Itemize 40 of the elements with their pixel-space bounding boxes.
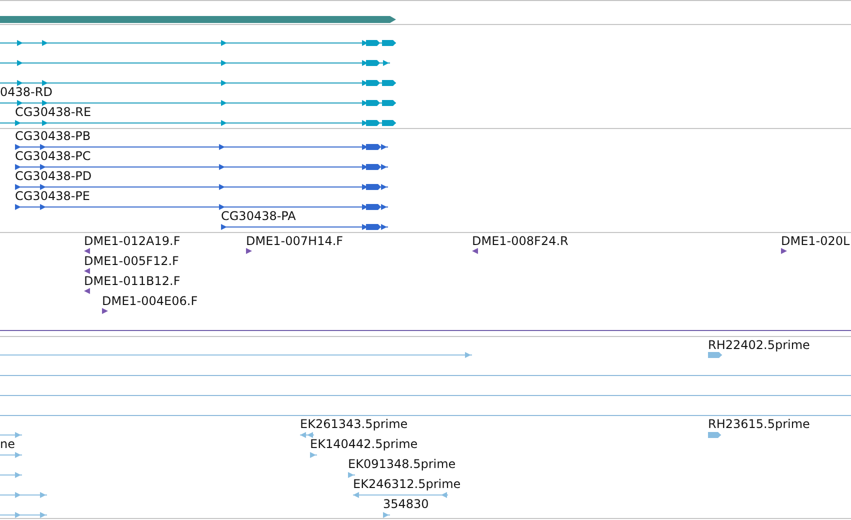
est-marker-icon	[84, 287, 90, 295]
est-label: DME1-011B12.F	[84, 274, 180, 288]
est-label: DME1-012A19.F	[84, 234, 180, 248]
alignment-drawing	[708, 431, 721, 439]
alignment-drawing	[0, 471, 22, 479]
alignment-drawing	[310, 451, 317, 459]
alignment-label: 354830	[383, 497, 429, 511]
transcript-label: CG30438-PD	[15, 169, 92, 183]
alignment-drawing	[383, 511, 390, 519]
transcript-label: CG30438-PA	[221, 209, 296, 223]
alignment-drawing	[0, 511, 47, 519]
est-marker-icon	[102, 307, 108, 315]
transcript-label: CG30438-PE	[15, 189, 90, 203]
transcript-label: CG30438-PC	[15, 149, 91, 163]
transcript-label: CG30438-RE	[15, 105, 92, 119]
alignment-drawing	[0, 431, 22, 439]
est-label: DME1-007H14.F	[246, 234, 344, 248]
alignment-label: EK246312.5prime	[353, 477, 461, 491]
est-marker-icon	[472, 247, 478, 255]
est-label: DME1-008F24.R	[472, 234, 568, 248]
est-label: DME1-004E06.F	[102, 294, 198, 308]
transcript-label: 0438-RD	[0, 85, 52, 99]
est-label: DME1-005F12.F	[84, 254, 179, 268]
alignment-label: ne	[0, 437, 15, 451]
alignment-label: RH22402.5prime	[708, 338, 810, 352]
alignment-drawing	[0, 451, 22, 459]
alignment-label: EK140442.5prime	[310, 437, 418, 451]
est-marker-icon	[246, 247, 252, 255]
transcript-label: CG30438-PB	[15, 129, 91, 143]
est-label: DME1-020L	[781, 234, 850, 248]
alignment-label: EK091348.5prime	[348, 457, 456, 471]
est-marker-icon	[84, 267, 90, 275]
alignment-drawing	[300, 431, 314, 439]
est-marker-icon	[84, 247, 90, 255]
est-marker-icon	[781, 247, 787, 255]
alignment-drawing	[348, 471, 355, 479]
alignment-drawing	[708, 351, 722, 359]
alignment-drawing	[0, 491, 47, 499]
alignment-label: EK261343.5prime	[300, 417, 408, 431]
alignment-label: RH23615.5prime	[708, 417, 810, 431]
